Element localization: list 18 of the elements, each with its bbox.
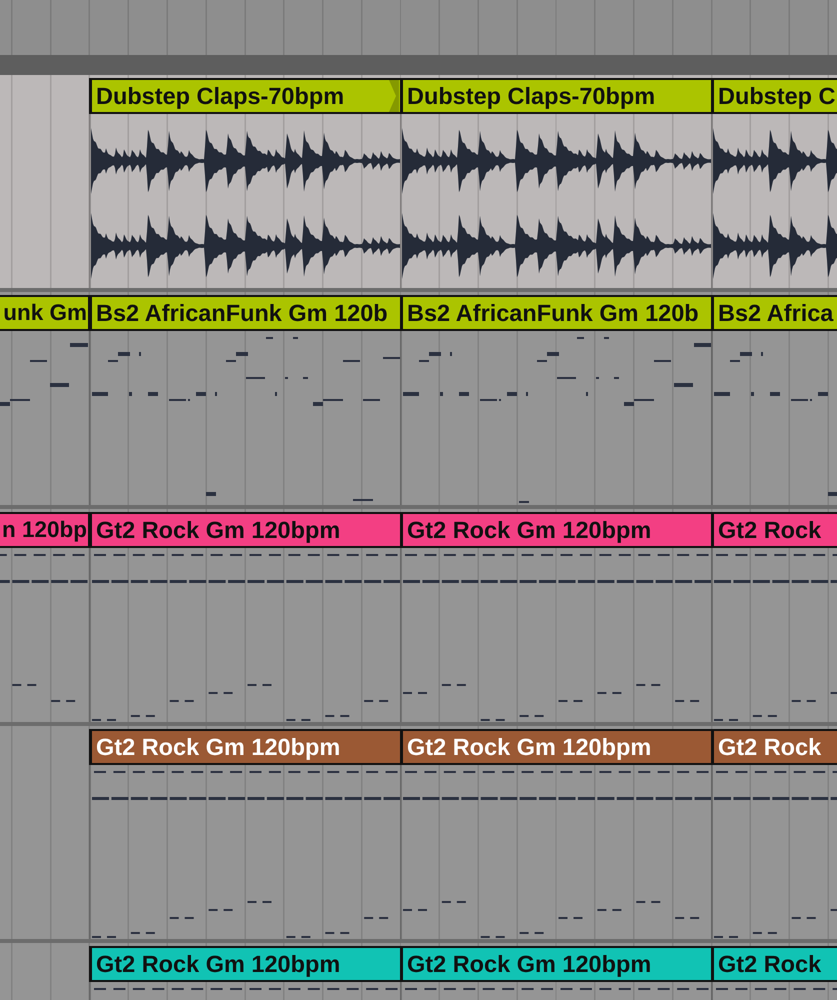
triangle-marker-icon[interactable] (389, 80, 399, 112)
clip-header[interactable]: unk Gm (0, 295, 89, 331)
clip-header[interactable]: Gt2 Rock Gm 120bpm (400, 729, 711, 765)
clip-header[interactable]: Gt2 Rock (711, 512, 837, 548)
clip-header[interactable]: Dubstep C (711, 78, 837, 114)
clip-header[interactable]: Gt2 Rock Gm 120bpm (89, 729, 400, 765)
clip-header[interactable]: Gt2 Rock Gm 120bpm (400, 512, 711, 548)
clip-header[interactable]: Gt2 Rock Gm 120bpm (89, 512, 400, 548)
clip-header[interactable]: Gt2 Rock (711, 729, 837, 765)
clip-header[interactable]: n 120bp (0, 512, 89, 548)
clip-header[interactable]: Bs2 Africa (711, 295, 837, 331)
clip-header[interactable]: Gt2 Rock (711, 946, 837, 982)
clip-header[interactable]: Dubstep Claps-70bpm (89, 78, 400, 114)
clip-header[interactable]: Gt2 Rock Gm 120bpm (400, 946, 711, 982)
clip-header[interactable]: Dubstep Claps-70bpm (400, 78, 711, 114)
clip-header[interactable]: Gt2 Rock Gm 120bpm (89, 946, 400, 982)
clip-header[interactable]: Bs2 AfricanFunk Gm 120b (89, 295, 400, 331)
clip-header[interactable]: Bs2 AfricanFunk Gm 120b (400, 295, 711, 331)
